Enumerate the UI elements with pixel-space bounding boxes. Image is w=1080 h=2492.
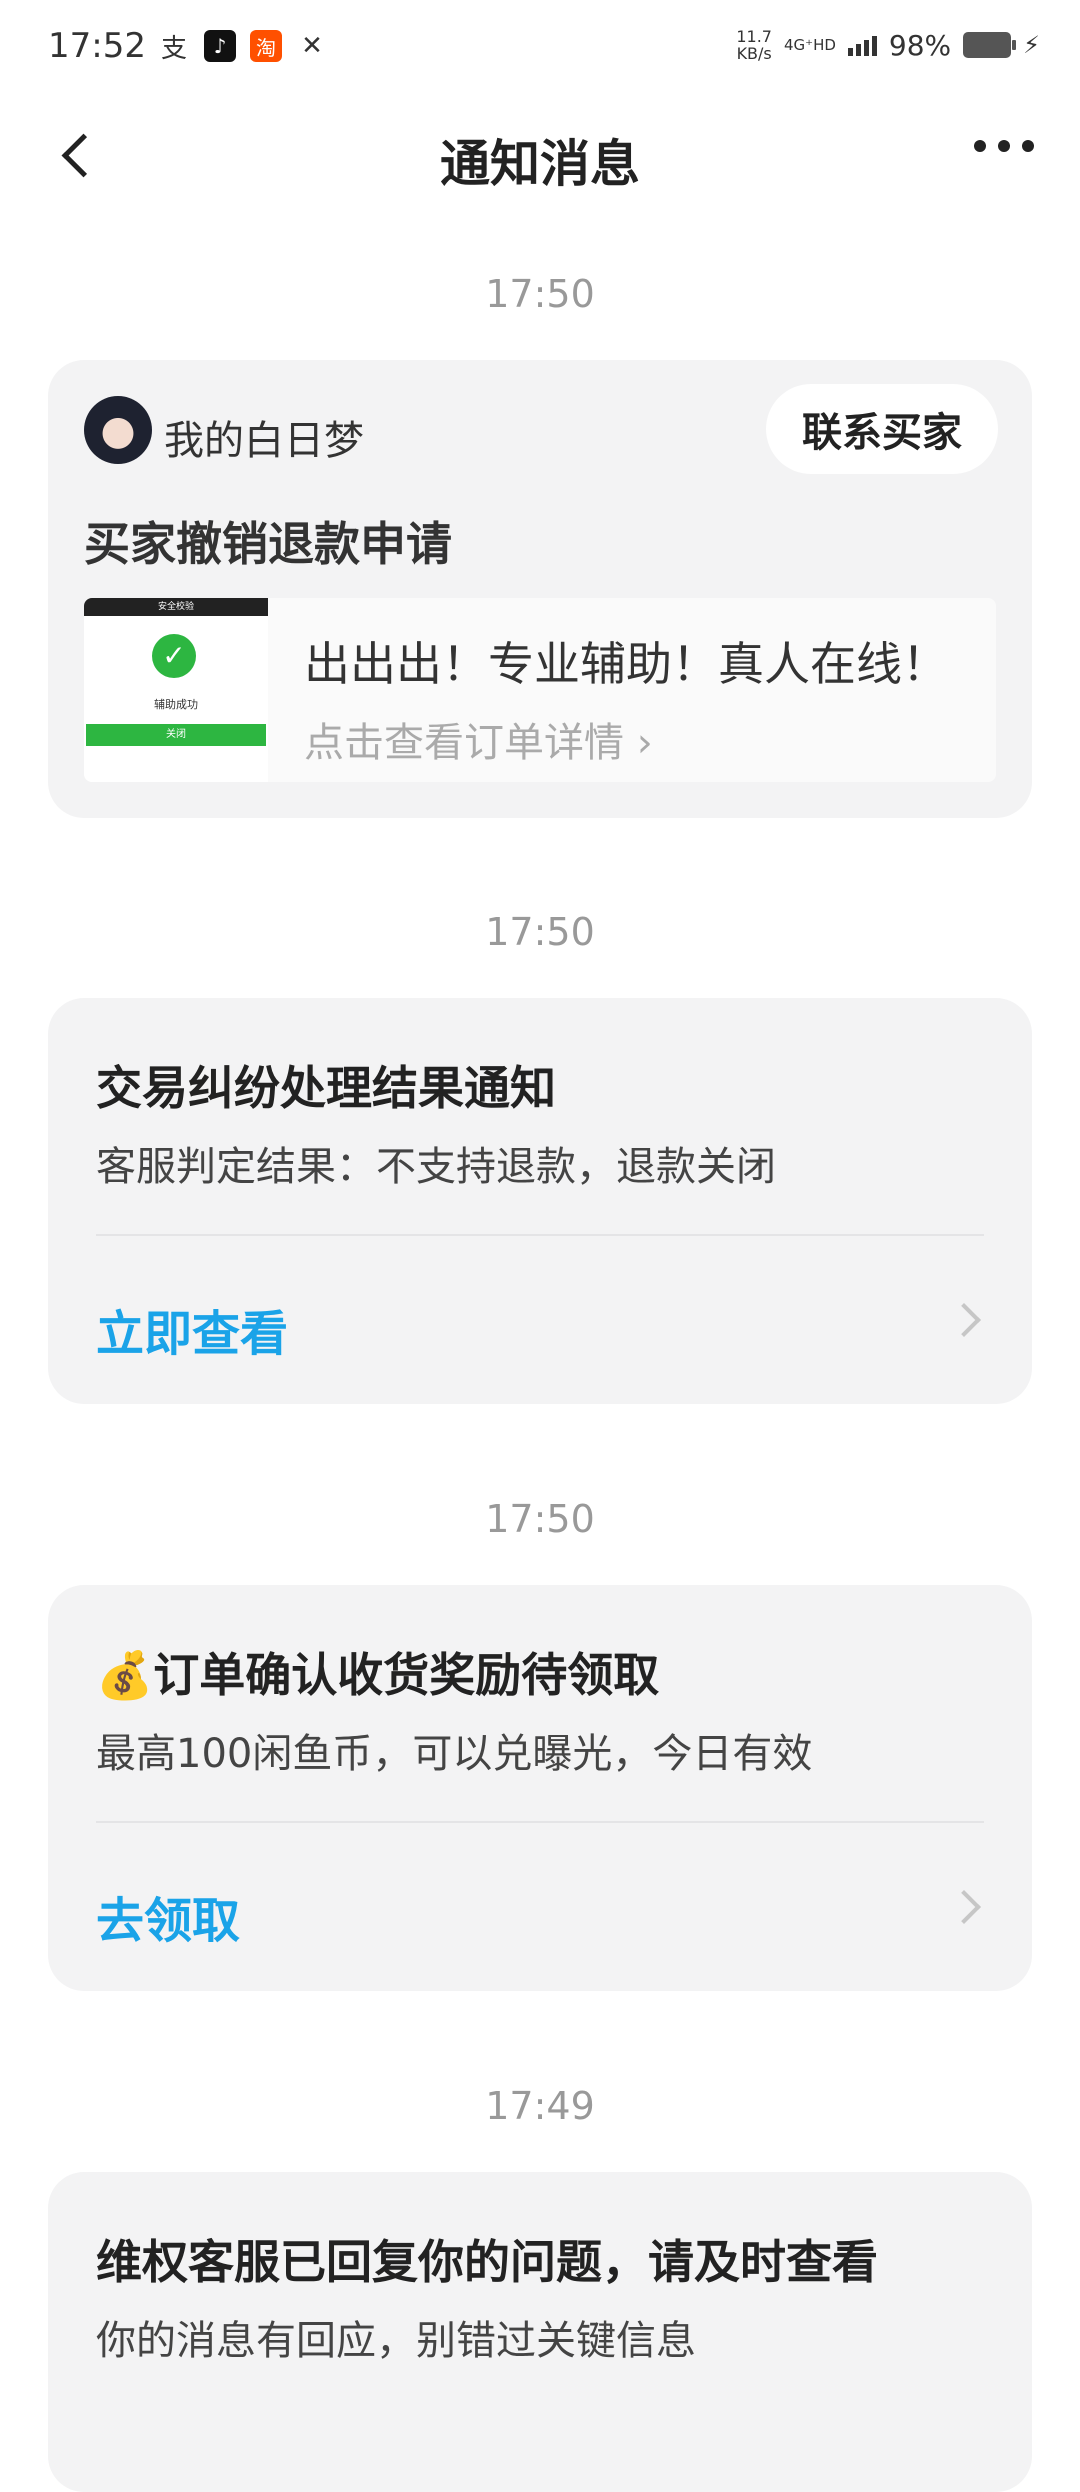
order-detail-link[interactable]: 点击查看订单详情 › (304, 710, 653, 768)
notification-icons: 支 ♪ 淘 ✕ (158, 30, 328, 64)
more-options-button[interactable] (974, 140, 1034, 152)
page-title: 通知消息 (440, 135, 640, 193)
contact-buyer-button[interactable]: 联系买家 (766, 384, 998, 474)
charging-icon: ⚡ (1023, 31, 1040, 59)
battery-icon (963, 32, 1017, 58)
receipt-reward-card: 💰订单确认收货奖励待领取 最高100闲鱼币，可以兑曝光，今日有效 去领取 (48, 1585, 1032, 1991)
chevron-right-icon (947, 1303, 981, 1337)
more-dot-icon (998, 140, 1010, 152)
more-dot-icon (1022, 140, 1034, 152)
product-thumbnail: 安全校验 ✓ 辅助成功 关闭 (84, 598, 268, 782)
battery-percent: 98% (888, 28, 952, 62)
card-description: 最高100闲鱼币，可以兑曝光，今日有效 (96, 1731, 813, 1777)
order-title: 出出出！专业辅助！真人在线！ (304, 637, 948, 691)
network-speed-unit: KB/s (736, 44, 772, 63)
status-time: 17:52 (48, 26, 146, 66)
dispute-result-card: 交易纠纷处理结果通知 客服判定结果：不支持退款，退款关闭 立即查看 (48, 998, 1032, 1404)
thumbnail-header: 安全校验 (84, 598, 268, 616)
tools-icon: ✕ (301, 31, 323, 61)
claim-reward-button[interactable]: 去领取 (96, 1881, 240, 1951)
tiktok-icon: ♪ (204, 30, 236, 62)
card-description: 你的消息有回应，别错过关键信息 (96, 2318, 696, 2364)
refund-cancel-card: 我的白日梦 联系买家 买家撤销退款申请 安全校验 ✓ 辅助成功 关闭 出出出！专… (48, 360, 1032, 818)
card-description: 客服判定结果：不支持退款，退款关闭 (96, 1144, 776, 1190)
avatar[interactable] (84, 396, 152, 464)
thumbnail-text: 辅助成功 (154, 698, 198, 711)
message-timestamp: 17:50 (485, 272, 595, 316)
divider (96, 1821, 984, 1823)
more-dot-icon (974, 140, 986, 152)
message-timestamp: 17:49 (485, 2084, 595, 2128)
chevron-right-icon: › (624, 720, 653, 766)
network-speed: 11.7 KB/s (736, 28, 772, 62)
message-timestamp: 17:50 (485, 1497, 595, 1541)
app-header: 通知消息 (0, 100, 1080, 210)
check-icon: ✓ (152, 634, 196, 678)
support-reply-card: 维权客服已回复你的问题，请及时查看 你的消息有回应，别错过关键信息 (48, 2172, 1032, 2492)
card-title: 交易纠纷处理结果通知 (96, 1061, 556, 1115)
status-right: 11.7 KB/s 4G⁺HD 98% ⚡ (736, 28, 1040, 62)
alipay-icon: 支 (160, 33, 187, 64)
order-summary[interactable]: 安全校验 ✓ 辅助成功 关闭 出出出！专业辅助！真人在线！ 点击查看订单详情 › (84, 598, 996, 782)
network-type: 4G⁺HD (783, 35, 836, 54)
order-detail-label: 点击查看订单详情 (304, 720, 624, 766)
chevron-right-icon (947, 1890, 981, 1924)
thumbnail-button: 关闭 (86, 724, 266, 746)
network-speed-value: 11.7 (736, 27, 772, 46)
card-title: 维权客服已回复你的问题，请及时查看 (96, 2235, 878, 2289)
signal-icon (847, 34, 877, 56)
card-title: 买家撤销退款申请 (84, 517, 452, 571)
card-title: 💰订单确认收货奖励待领取 (96, 1648, 660, 1702)
divider (96, 1234, 984, 1236)
view-now-button[interactable]: 立即查看 (96, 1294, 288, 1364)
taobao-icon: 淘 (250, 30, 282, 62)
status-bar: 17:52 支 ♪ 淘 ✕ 11.7 KB/s 4G⁺HD 98% ⚡ (0, 0, 1080, 100)
buyer-name: 我的白日梦 (164, 418, 364, 464)
message-timestamp: 17:50 (485, 910, 595, 954)
